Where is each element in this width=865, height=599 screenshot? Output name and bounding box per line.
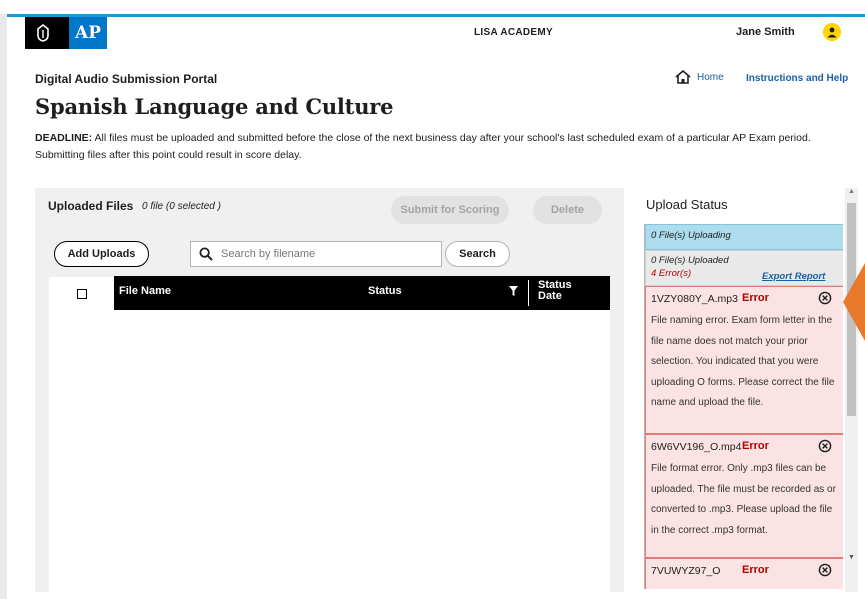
search-button[interactable]: Search <box>445 241 510 267</box>
close-circle-icon[interactable] <box>818 291 832 305</box>
column-status-date[interactable]: Status Date <box>538 280 578 302</box>
error-item-header: 1VZY080Y_A.mp3 Error <box>646 287 843 309</box>
home-icon <box>675 70 691 84</box>
upload-status-panel: Upload Status 0 File(s) Uploading 0 File… <box>644 188 858 592</box>
column-file-name[interactable]: File Name <box>119 285 171 297</box>
close-circle-icon[interactable] <box>818 563 832 577</box>
ap-logo[interactable]: AP <box>25 17 107 49</box>
submit-for-scoring-button[interactable]: Submit for Scoring <box>391 196 509 224</box>
filter-icon[interactable] <box>509 286 518 299</box>
error-status: Error <box>742 440 769 452</box>
export-report-link[interactable]: Export Report <box>762 270 825 283</box>
error-file-name: 1VZY080Y_A.mp3 <box>651 293 738 305</box>
uploading-count: 0 File(s) Uploading <box>645 224 843 250</box>
school-name: LISA ACADEMY <box>474 27 553 38</box>
help-link[interactable]: Instructions and Help <box>746 73 848 84</box>
table-header: File Name Status Status Date <box>49 276 610 310</box>
portal-title: Digital Audio Submission Portal <box>35 72 218 86</box>
error-item: 6W6VV196_O.mp4 Error File format error. … <box>645 434 843 558</box>
scroll-down-arrow[interactable]: ▼ <box>848 554 855 561</box>
checkbox-box <box>76 288 87 299</box>
left-edge <box>0 14 7 599</box>
delete-button[interactable]: Delete <box>533 196 602 224</box>
error-file-name: 7VUWYZ97_O <box>651 565 721 577</box>
error-item: 7VUWYZ97_O Error <box>645 558 843 589</box>
user-avatar-icon[interactable] <box>823 23 841 41</box>
error-file-name: 6W6VV196_O.mp4 <box>651 441 742 453</box>
user-name[interactable]: Jane Smith <box>736 26 795 38</box>
search-box[interactable] <box>190 241 442 267</box>
search-icon <box>199 247 213 261</box>
file-count: 0 file (0 selected ) <box>142 201 221 212</box>
search-input[interactable] <box>221 248 421 260</box>
select-all-checkbox[interactable] <box>49 276 114 310</box>
column-divider <box>528 280 529 306</box>
upload-status-title: Upload Status <box>646 197 728 212</box>
vertical-scrollbar[interactable]: ▲ ▼ <box>845 188 858 592</box>
files-table: Add Uploads Search File Name Status Stat… <box>49 230 610 592</box>
deadline-label: DEADLINE: <box>35 132 93 144</box>
error-message: File format error. Only .mp3 files can b… <box>651 463 836 536</box>
deadline-notice: DEADLINE: All files must be uploaded and… <box>35 130 855 164</box>
files-toolbar: Add Uploads Search <box>49 230 610 276</box>
upload-status-list: 0 File(s) Uploading 0 File(s) Uploaded 4… <box>644 224 843 589</box>
header: AP LISA ACADEMY Jane Smith <box>7 17 865 49</box>
uploaded-files-panel: Uploaded Files 0 file (0 selected ) Subm… <box>35 188 624 592</box>
close-circle-icon[interactable] <box>818 439 832 453</box>
add-uploads-button[interactable]: Add Uploads <box>54 241 149 267</box>
error-item-header: 6W6VV196_O.mp4 Error <box>646 435 843 457</box>
page-title: Spanish Language and Culture <box>35 94 394 119</box>
home-link-label: Home <box>697 71 724 83</box>
ap-logo-text: AP <box>69 17 107 49</box>
app-frame: AP LISA ACADEMY Jane Smith Digital Audio… <box>0 0 865 599</box>
uploaded-files-title: Uploaded Files <box>48 199 134 213</box>
column-status[interactable]: Status <box>368 285 402 297</box>
error-message: File naming error. Exam form letter in t… <box>651 315 835 408</box>
uploaded-count: 0 File(s) Uploaded <box>651 255 729 266</box>
callout-pointer-icon <box>843 263 865 341</box>
error-status: Error <box>742 292 769 304</box>
uploaded-summary: 0 File(s) Uploaded 4 Error(s) Export Rep… <box>645 250 843 286</box>
acorn-icon <box>33 23 53 43</box>
scroll-up-arrow[interactable]: ▲ <box>848 188 855 195</box>
error-status: Error <box>742 564 769 576</box>
deadline-text: All files must be uploaded and submitted… <box>35 132 811 161</box>
error-item: 1VZY080Y_A.mp3 Error File naming error. … <box>645 286 843 434</box>
error-item-header: 7VUWYZ97_O Error <box>646 559 843 581</box>
home-link[interactable]: Home <box>675 70 724 84</box>
